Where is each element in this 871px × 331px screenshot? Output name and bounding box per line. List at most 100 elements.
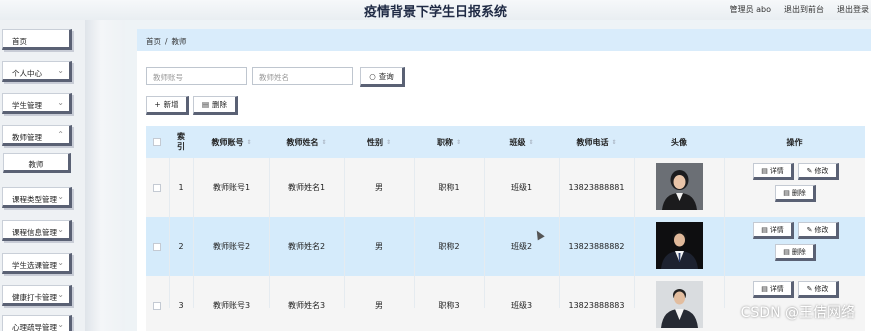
col-header-label: 索引 [177, 132, 185, 151]
logout-link[interactable]: 退出登录 [837, 4, 869, 15]
detail-button[interactable]: ▤ 详情 [753, 163, 794, 180]
row-select[interactable] [146, 217, 168, 276]
select-all-header[interactable] [146, 126, 168, 158]
chevron-down-icon: ⌄ [57, 225, 64, 234]
chevron-down-icon: ⌄ [57, 258, 64, 267]
sidebar-item-label: 健康打卡管理 [12, 293, 57, 302]
teacher-account-search-input[interactable]: 教师账号 [146, 67, 247, 85]
detail-label: 详情 [769, 225, 784, 234]
edit-icon: ✎ [806, 166, 813, 175]
chevron-down-icon: ⌄ [57, 66, 64, 75]
column-divider [634, 158, 635, 308]
cell-title: 职称2 [438, 242, 460, 251]
add-button[interactable]: + 新增 [146, 96, 189, 115]
sidebar-subitem-teacher[interactable]: 教师 [3, 153, 71, 173]
delete-button[interactable]: ▤ 删除 [775, 185, 816, 202]
cell-class: 班级1 [510, 183, 533, 192]
col-header-gender[interactable]: 性别 ⇕ [344, 126, 414, 158]
trash-icon: ▤ [783, 188, 790, 197]
breadcrumb: 首页 / 教师 [137, 29, 871, 51]
sidebar-item-course-selection-mgmt[interactable]: 学生选课管理 ⌄ [2, 253, 72, 274]
top-actions: 管理员 abo 退出到前台 退出登录 [730, 4, 869, 15]
teacher-avatar [656, 281, 703, 328]
edit-button[interactable]: ✎ 修改 [798, 281, 839, 298]
chevron-down-icon: ⌄ [57, 192, 64, 201]
col-header-title[interactable]: 职称 ⇕ [414, 126, 484, 158]
cell-phone: 13823888883 [568, 301, 625, 310]
cell-index: 3 [178, 301, 184, 310]
cell-account: 教师账号1 [212, 183, 251, 192]
col-header-label: 教师账号 [211, 137, 244, 147]
trash-icon: ▤ [201, 100, 210, 109]
col-header-label: 班级 [509, 137, 526, 147]
cell-index: 1 [178, 183, 184, 192]
row-select[interactable] [146, 276, 168, 331]
row-checkbox[interactable] [153, 183, 161, 192]
sidebar-item-label: 个人中心 [12, 69, 42, 78]
row-select[interactable] [146, 158, 168, 217]
col-header-avatar: 头像 [634, 126, 724, 158]
sidebar-item-student-mgmt[interactable]: 学生管理 ⌄ [2, 93, 72, 114]
sidebar-item-health-checkin-mgmt[interactable]: 健康打卡管理 ⌄ [2, 285, 72, 306]
row-checkbox[interactable] [153, 242, 161, 251]
trash-icon: ▤ [783, 247, 790, 256]
edit-button[interactable]: ✎ 修改 [798, 163, 839, 180]
column-divider [193, 158, 194, 308]
sidebar-item-course-type-mgmt[interactable]: 课程类型管理 ⌄ [2, 187, 72, 208]
col-header-label: 职称 [436, 137, 453, 147]
teacher-avatar [656, 222, 703, 269]
col-header-phone[interactable]: 教师电话 ⇕ [559, 126, 634, 158]
bulk-delete-button[interactable]: ▤ 删除 [193, 96, 238, 115]
col-header-account[interactable]: 教师账号 ⇕ [194, 126, 269, 158]
sidebar-item-personal-center[interactable]: 个人中心 ⌄ [2, 61, 72, 82]
watermark: CSDN @王佶网络 [740, 305, 855, 321]
sidebar-item-counseling-mgmt[interactable]: 心理疏导管理 ⌄ [2, 315, 72, 331]
detail-button[interactable]: ▤ 详情 [753, 281, 794, 298]
cell-class: 班级3 [510, 301, 533, 310]
cell-gender: 男 [375, 242, 383, 251]
column-divider [559, 158, 560, 308]
column-divider [484, 158, 485, 308]
cell-account: 教师账号3 [212, 301, 251, 310]
sort-icon: ⇕ [528, 138, 534, 146]
chevron-down-icon: ⌄ [57, 98, 64, 107]
sort-icon: ⇕ [385, 138, 392, 146]
admin-user-label: 管理员 abo [729, 5, 771, 14]
col-header-name[interactable]: 教师姓名 ⇕ [269, 126, 344, 158]
delete-button[interactable]: ▤ 删除 [775, 244, 816, 261]
query-label: 查询 [378, 71, 394, 81]
cell-gender: 男 [375, 301, 383, 310]
query-button[interactable]: ○ 查询 [360, 67, 405, 87]
cell-account: 教师账号2 [212, 242, 251, 251]
column-divider [414, 158, 415, 308]
teacher-avatar [656, 163, 703, 210]
select-all-checkbox[interactable] [153, 138, 161, 146]
detail-label: 详情 [769, 284, 784, 293]
detail-icon: ▤ [761, 284, 768, 293]
detail-button[interactable]: ▤ 详情 [753, 222, 794, 239]
teacher-name-search-input[interactable]: 教师姓名 [252, 67, 353, 85]
sidebar-item-label: 课程类型管理 [12, 195, 57, 204]
col-header-label: 操作 [786, 137, 803, 147]
sidebar-item-teacher-mgmt[interactable]: 教师管理 ⌃ [2, 125, 72, 146]
edit-label: 修改 [814, 166, 829, 175]
exit-to-frontend-link[interactable]: 退出到前台 [784, 4, 824, 15]
breadcrumb-home[interactable]: 首页 [146, 37, 161, 46]
cell-phone: 13823888882 [568, 242, 625, 251]
row-checkbox[interactable] [153, 301, 161, 310]
sort-icon: ⇕ [611, 138, 617, 146]
sidebar-item-home[interactable]: 首页 [2, 29, 72, 50]
table-row: 2 教师账号2 教师姓名2 男 职称2 班级2 13823888882 ▤ 详情 … [146, 217, 865, 276]
delete-label: 删除 [791, 247, 806, 256]
sidebar-rail [85, 20, 125, 331]
sidebar-item-course-info-mgmt[interactable]: 课程信息管理 ⌄ [2, 220, 72, 241]
col-header-label: 教师姓名 [286, 137, 319, 147]
edit-button[interactable]: ✎ 修改 [798, 222, 839, 239]
cell-gender: 男 [375, 183, 383, 192]
sort-icon: ⇕ [455, 138, 462, 146]
table-header: 索引 教师账号 ⇕ 教师姓名 ⇕ 性别 ⇕ 职称 ⇕ 班级 ⇕ 教师电话 ⇕ 头像 操作 [146, 126, 865, 158]
detail-icon: ▤ [761, 225, 768, 234]
col-header-class[interactable]: 班级 ⇕ [484, 126, 559, 158]
cell-title: 职称1 [438, 183, 460, 192]
cell-title: 职称3 [438, 301, 460, 310]
